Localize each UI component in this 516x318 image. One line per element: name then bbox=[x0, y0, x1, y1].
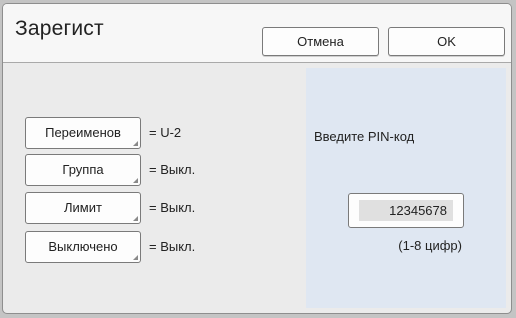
corner-indicator-icon bbox=[133, 255, 138, 260]
disabled-value: = Выкл. bbox=[149, 239, 196, 254]
rename-value: = U-2 bbox=[149, 125, 182, 140]
limit-button[interactable]: Лимит bbox=[25, 192, 141, 224]
register-dialog: Зарегист Отмена OK Переименов = U-2 Груп… bbox=[2, 3, 512, 314]
group-button[interactable]: Группа bbox=[25, 154, 141, 186]
group-button-label: Группа bbox=[62, 162, 104, 177]
limit-value: = Выкл. bbox=[149, 200, 196, 215]
rename-button[interactable]: Переименов bbox=[25, 117, 141, 149]
corner-indicator-icon bbox=[133, 178, 138, 183]
settings-panel: Переименов = U-2 Группа = Выкл. Лимит = … bbox=[10, 68, 302, 308]
ok-button[interactable]: OK bbox=[388, 27, 505, 56]
pin-label: Введите PIN-код bbox=[314, 129, 415, 144]
corner-indicator-icon bbox=[133, 216, 138, 221]
pin-value: 12345678 bbox=[359, 200, 453, 221]
pin-input[interactable]: 12345678 bbox=[348, 193, 464, 228]
dialog-header: Зарегист Отмена OK bbox=[3, 4, 511, 63]
pin-hint: (1-8 цифр) bbox=[398, 238, 462, 253]
limit-button-label: Лимит bbox=[64, 200, 102, 215]
pin-panel: Введите PIN-код 12345678 (1-8 цифр) bbox=[306, 68, 506, 308]
disabled-button-label: Выключено bbox=[48, 239, 118, 254]
group-value: = Выкл. bbox=[149, 162, 196, 177]
cancel-button[interactable]: Отмена bbox=[262, 27, 379, 56]
dialog-title: Зарегист bbox=[15, 17, 104, 40]
corner-indicator-icon bbox=[133, 141, 138, 146]
disabled-button[interactable]: Выключено bbox=[25, 231, 141, 263]
rename-button-label: Переименов bbox=[45, 125, 121, 140]
